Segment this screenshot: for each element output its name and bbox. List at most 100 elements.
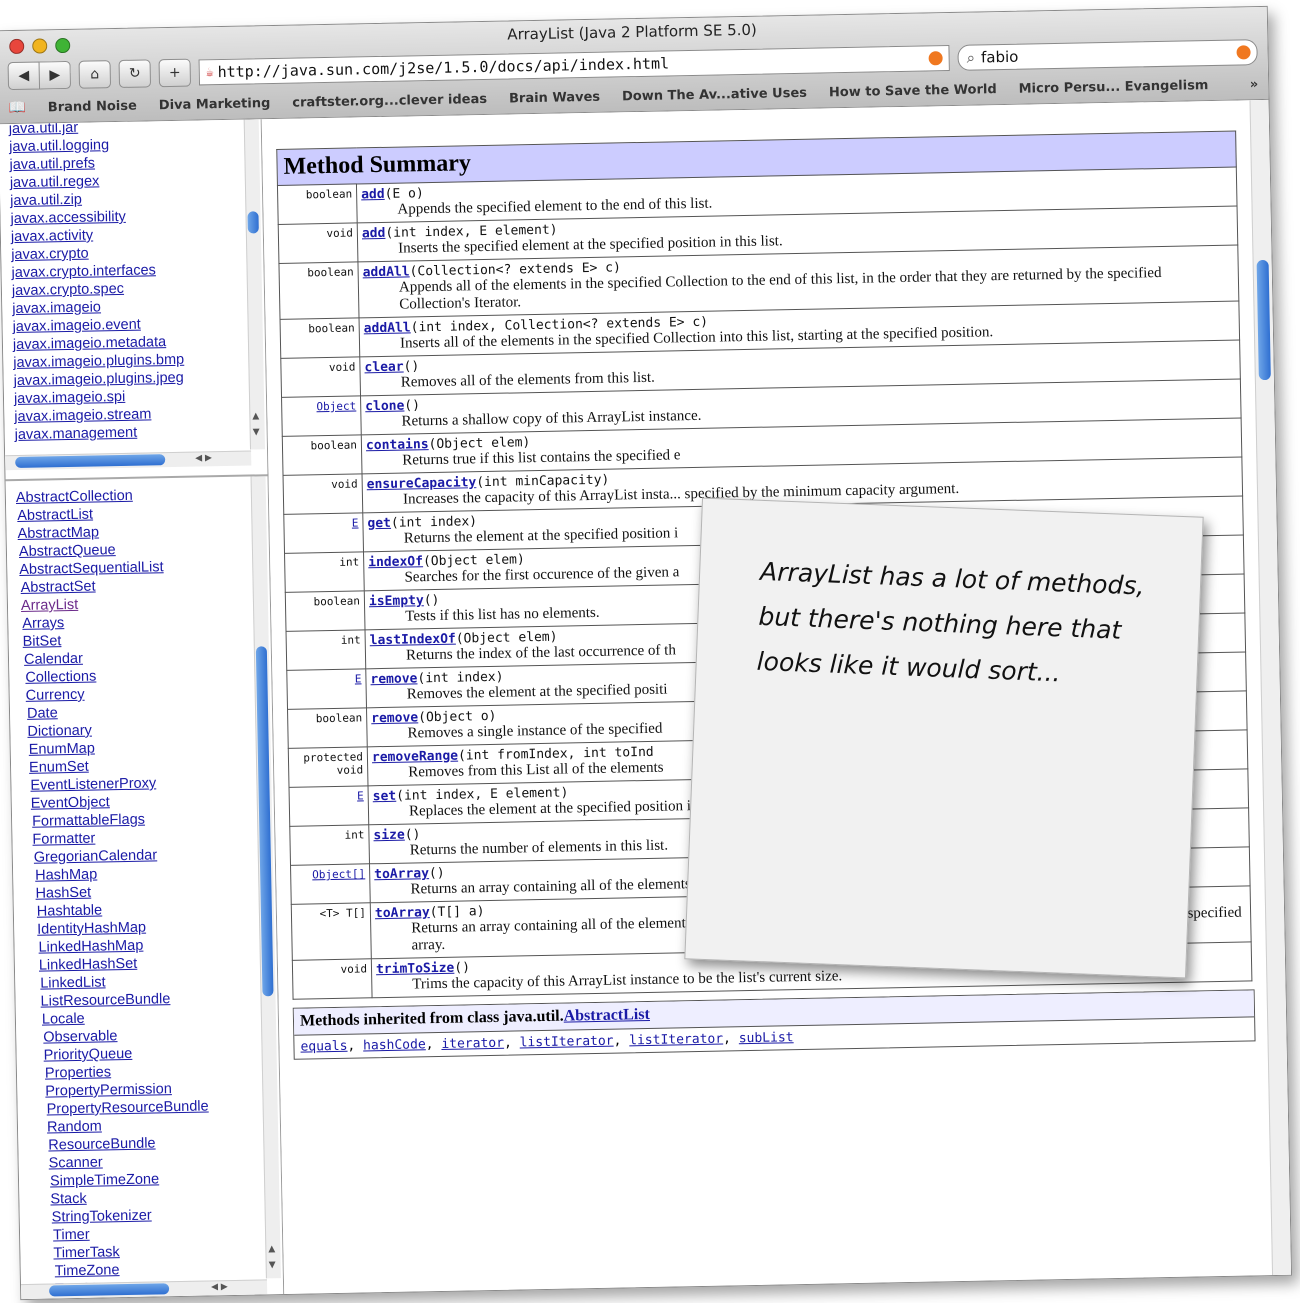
method-return-type: boolean [285,590,366,632]
package-link[interactable]: javax.management [15,423,186,444]
method-name-link[interactable]: removeRange [372,749,458,766]
method-name-link[interactable]: isEmpty [369,593,424,609]
address-bar[interactable]: ☕ http://java.sun.com/j2se/1.5.0/docs/ap… [198,45,950,86]
scroll-left-right-icon[interactable]: ◀ ▶ [195,453,212,463]
scroll-down-icon[interactable]: ▼ [253,427,260,437]
method-name-link[interactable]: size [373,828,405,844]
method-name-link[interactable]: contains [366,437,429,453]
method-return-type: boolean [278,261,360,320]
method-return-type: Object[] [290,863,371,905]
method-name-link[interactable]: indexOf [368,554,423,570]
method-return-type: void [280,356,361,398]
bookmark-item[interactable]: How to Save the World [829,82,997,100]
inherited-method-link[interactable]: iterator [441,1036,504,1052]
return-type-text: E [356,789,364,803]
method-return-type: E [289,785,369,827]
bookmark-item[interactable]: craftster.org...clever ideas [292,91,487,110]
method-return-type: void [283,473,363,515]
inherited-method-link[interactable]: equals [300,1039,347,1055]
search-field[interactable]: ⌕ fabio [957,39,1258,71]
method-return-type: protected void [288,746,368,788]
package-vscroll-thumb[interactable] [247,211,259,234]
method-return-type: E [286,668,367,710]
forward-button[interactable]: ▶ [39,60,72,90]
java-favicon-icon: ☕ [205,64,214,80]
package-link[interactable]: javax.imageio.plugins.jpeg [13,369,184,390]
method-name-link[interactable]: clone [365,399,404,415]
bookmark-item[interactable]: Brain Waves [509,89,600,106]
add-bookmark-button[interactable]: + [158,58,192,88]
return-type-text: boolean [305,187,353,202]
bookmarks-more-icon[interactable]: » [1250,77,1259,92]
return-type-text: int [339,555,360,569]
address-text: http://java.sun.com/j2se/1.5.0/docs/api/… [217,54,670,82]
method-return-type: boolean [287,707,368,749]
class-hscroll-thumb[interactable] [49,1283,170,1297]
method-name-link[interactable]: trimToSize [376,961,455,978]
snapback-icon[interactable] [928,51,943,66]
method-params: (T[] a) [429,904,485,921]
scroll-left-right-icon[interactable]: ◀ ▶ [211,1282,228,1292]
abstractlist-link[interactable]: AbstractList [563,1006,650,1025]
method-name-link[interactable]: remove [371,710,418,726]
method-name-link[interactable]: add [362,226,386,241]
method-params: () [454,960,471,976]
package-frame: java.util.jar java.util.logging java.util.… [0,119,268,482]
bookmark-item[interactable]: Down The Av...ative Uses [622,85,807,104]
method-name-link[interactable]: addAll [363,264,410,280]
method-params: () [404,827,421,843]
return-type-text: int [344,828,365,842]
bookmark-item[interactable]: Diva Marketing [159,96,271,113]
inherited-methods-table: Methods inherited from class java.util.A… [292,989,1256,1060]
return-type-text: int [340,633,361,647]
scroll-up-icon[interactable]: ▲ [268,1244,275,1254]
search-clear-icon[interactable] [1236,45,1251,60]
bookmark-item[interactable]: Brand Noise [48,98,137,115]
package-list: java.util.jar java.util.logging java.util.… [9,119,186,444]
return-type-text: boolean [313,594,361,609]
inherited-method-link[interactable]: hashCode [363,1037,426,1053]
inherited-method-link[interactable]: listIterator [520,1034,614,1051]
left-frames: java.util.jar java.util.logging java.util.… [0,119,285,1300]
method-name-link[interactable]: lastIndexOf [370,632,456,649]
return-type-text: boolean [310,438,358,453]
method-params: () [423,592,440,609]
class-list: AbstractCollection AbstractList AbstractMa… [16,486,213,1299]
method-name-link[interactable]: clear [364,360,403,376]
main-vscroll[interactable] [1249,99,1292,1276]
method-return-type: int [284,551,365,593]
reload-button[interactable]: ↻ [118,59,152,88]
method-params: (E o) [384,186,424,202]
method-name-link[interactable]: set [373,789,397,804]
package-hscroll[interactable]: ◀ ▶ [5,450,252,471]
main-vscroll-thumb[interactable] [1256,259,1271,381]
method-return-type: boolean [277,183,358,225]
search-text: fabio [980,47,1019,67]
method-name-link[interactable]: addAll [364,320,411,336]
return-type-text: Object[] [312,867,366,882]
class-link[interactable]: PropertyResourceBundle [46,1097,209,1118]
method-name-link[interactable]: add [361,187,385,202]
class-vscroll-thumb[interactable] [255,646,274,997]
method-name-link[interactable]: remove [370,671,417,687]
return-type-text: boolean [315,711,363,726]
return-type-text: protected void [303,750,364,777]
back-button[interactable]: ◀ [7,61,41,91]
return-type-text: boolean [308,321,355,336]
bookmark-item[interactable]: Micro Persu... Evangelism [1019,78,1209,97]
package-hscroll-thumb[interactable] [15,454,166,469]
bookmarks-book-icon[interactable]: 📖 [8,100,26,116]
return-type-text: void [340,962,368,976]
method-name-link[interactable]: toArray [375,905,430,921]
return-type-text: E [354,672,362,686]
method-params: () [403,359,420,375]
scroll-down-icon[interactable]: ▼ [269,1260,276,1270]
home-button[interactable]: ⌂ [78,60,112,89]
return-type-text: void [326,226,354,241]
return-type-text: <T> T[] [319,906,367,921]
inherited-method-link[interactable]: subList [739,1030,794,1046]
inherited-method-link[interactable]: listIterator [629,1032,723,1049]
method-name-link[interactable]: toArray [374,866,429,882]
method-name-link[interactable]: get [367,516,391,531]
scroll-up-icon[interactable]: ▲ [252,411,259,421]
